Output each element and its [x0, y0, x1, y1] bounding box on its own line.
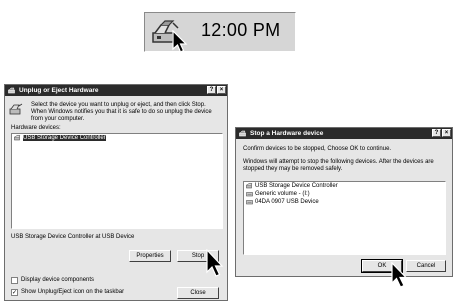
show-icon-label: Show Unplug/Eject icon on the taskbar	[21, 289, 125, 295]
display-components-checkbox[interactable]	[11, 277, 18, 284]
hardware-devices-label: Hardware devices:	[11, 125, 61, 131]
help-button[interactable]: ?	[207, 86, 216, 94]
stop-devices-list[interactable]: USB Storage Device Controller Generic vo…	[243, 181, 446, 255]
device-label: Generic volume - (I:)	[255, 191, 310, 197]
close-button[interactable]: Close	[177, 287, 219, 299]
stop-hardware-dialog: Stop a Hardware device ? × Confirm devic…	[235, 127, 453, 277]
list-item[interactable]: USB Storage Device Controller	[12, 134, 222, 142]
properties-button[interactable]: Properties	[129, 250, 171, 262]
hardware-icon	[239, 130, 246, 137]
mouse-cursor-icon	[172, 30, 188, 53]
stop-dialog-titlebar[interactable]: Stop a Hardware device ? ×	[236, 128, 452, 139]
unplug-dialog-title: Unplug or Eject Hardware	[19, 87, 99, 94]
list-item[interactable]: Generic volume - (I:)	[244, 190, 445, 198]
display-components-label: Display device components	[21, 277, 95, 283]
taskbar-tray: 12:00 PM	[144, 12, 296, 53]
eject-hardware-icon	[9, 103, 23, 115]
attempt-text: Windows will attempt to stop the followi…	[243, 159, 434, 172]
drive-icon	[246, 192, 253, 197]
device-label: USB Storage Device Controller	[255, 183, 338, 189]
unplug-dialog-titlebar[interactable]: Unplug or Eject Hardware ? ×	[5, 85, 227, 96]
device-label: USB Storage Device Controller	[23, 135, 106, 141]
close-icon[interactable]: ×	[217, 86, 226, 94]
unplug-instruction: Select the device you want to unplug or …	[31, 102, 212, 122]
mouse-cursor-icon	[391, 262, 408, 288]
close-icon[interactable]: ×	[442, 129, 451, 137]
drive-icon	[246, 200, 253, 205]
show-icon-checkbox[interactable]: ✓	[11, 289, 18, 296]
device-label: 04DA 0907 USB Device	[255, 199, 319, 205]
cancel-button[interactable]: Cancel	[406, 260, 446, 272]
list-item[interactable]: 04DA 0907 USB Device	[244, 198, 445, 206]
usb-device-icon	[246, 183, 253, 189]
clock[interactable]: 12:00 PM	[201, 20, 280, 41]
selected-device-status: USB Storage Device Controller at USB Dev…	[11, 234, 135, 240]
unplug-eject-dialog: Unplug or Eject Hardware ? × Select the …	[4, 84, 228, 301]
confirm-text: Confirm devices to be stopped, Choose OK…	[243, 146, 392, 152]
help-button[interactable]: ?	[432, 129, 441, 137]
list-item[interactable]: USB Storage Device Controller	[244, 182, 445, 190]
stop-dialog-title: Stop a Hardware device	[250, 130, 324, 137]
usb-device-icon	[14, 135, 21, 141]
hardware-devices-list[interactable]: USB Storage Device Controller	[11, 133, 223, 229]
hardware-icon	[8, 87, 15, 94]
mouse-cursor-icon	[206, 249, 224, 277]
